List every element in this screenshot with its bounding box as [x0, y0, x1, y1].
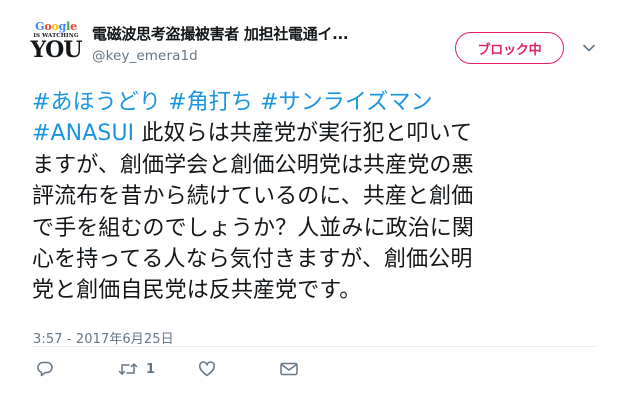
divider: [32, 346, 598, 347]
display-name[interactable]: 電磁波思考盗撮被害者 加担社電通イ...: [92, 24, 422, 44]
hashtag-link[interactable]: #あほうどり: [32, 90, 161, 115]
hashtag-link[interactable]: #サンライズマン: [260, 90, 433, 115]
blocked-button[interactable]: ブロック中: [455, 32, 564, 64]
tweet-text-line: #ANASUI 此奴らは共産党が実行犯と叩いて: [32, 118, 598, 149]
tweet-text-line: で手を組むのでしょうか？人並みに政治に関: [32, 215, 475, 241]
tweet-timestamp[interactable]: 3:57 - 2017年6月25日: [33, 328, 174, 347]
reply-button[interactable]: [36, 360, 54, 378]
direct-message-button[interactable]: [279, 360, 299, 378]
tweet-text-line: 心を持ってる人なら気付きますが、創価公明: [32, 247, 473, 273]
retweet-count: 1: [146, 361, 156, 377]
avatar[interactable]: Google IS WATCHING YOU: [30, 20, 83, 68]
avatar-google-text: Google: [35, 20, 77, 33]
like-button[interactable]: [198, 360, 216, 378]
tweet-text-segment: 此奴らは共産党が実行犯と叩いて: [141, 121, 473, 147]
avatar-you-text: YOU: [30, 37, 82, 63]
hashtag-link[interactable]: #ANASUI: [32, 121, 134, 146]
heart-icon: [198, 360, 216, 378]
retweet-button[interactable]: 1: [118, 360, 155, 378]
hashtag-link[interactable]: #角打ち: [168, 90, 253, 115]
reply-icon: [36, 360, 54, 378]
envelope-icon: [279, 360, 299, 378]
tweet-text-line: 党と創価自民党は反共産党です。: [32, 278, 362, 304]
chevron-down-icon[interactable]: [582, 40, 596, 54]
retweet-icon: [118, 360, 138, 378]
tweet-header: 電磁波思考盗撮被害者 加担社電通イ... @key_emera1d: [92, 24, 422, 65]
tweet-text-line: 評流布を昔から続けているのに、共産と創価: [32, 184, 474, 210]
username[interactable]: @key_emera1d: [92, 47, 422, 65]
tweet-card: Google IS WATCHING YOU 電磁波思考盗撮被害者 加担社電通イ…: [0, 0, 626, 414]
hashtag-line: #あほうどり #角打ち #サンライズマン: [32, 87, 598, 118]
tweet-text-line: ますが、創価学会と創価公明党は共産党の悪: [32, 152, 474, 178]
tweet-text: #あほうどり #角打ち #サンライズマン #ANASUI 此奴らは共産党が実行犯…: [32, 87, 598, 307]
